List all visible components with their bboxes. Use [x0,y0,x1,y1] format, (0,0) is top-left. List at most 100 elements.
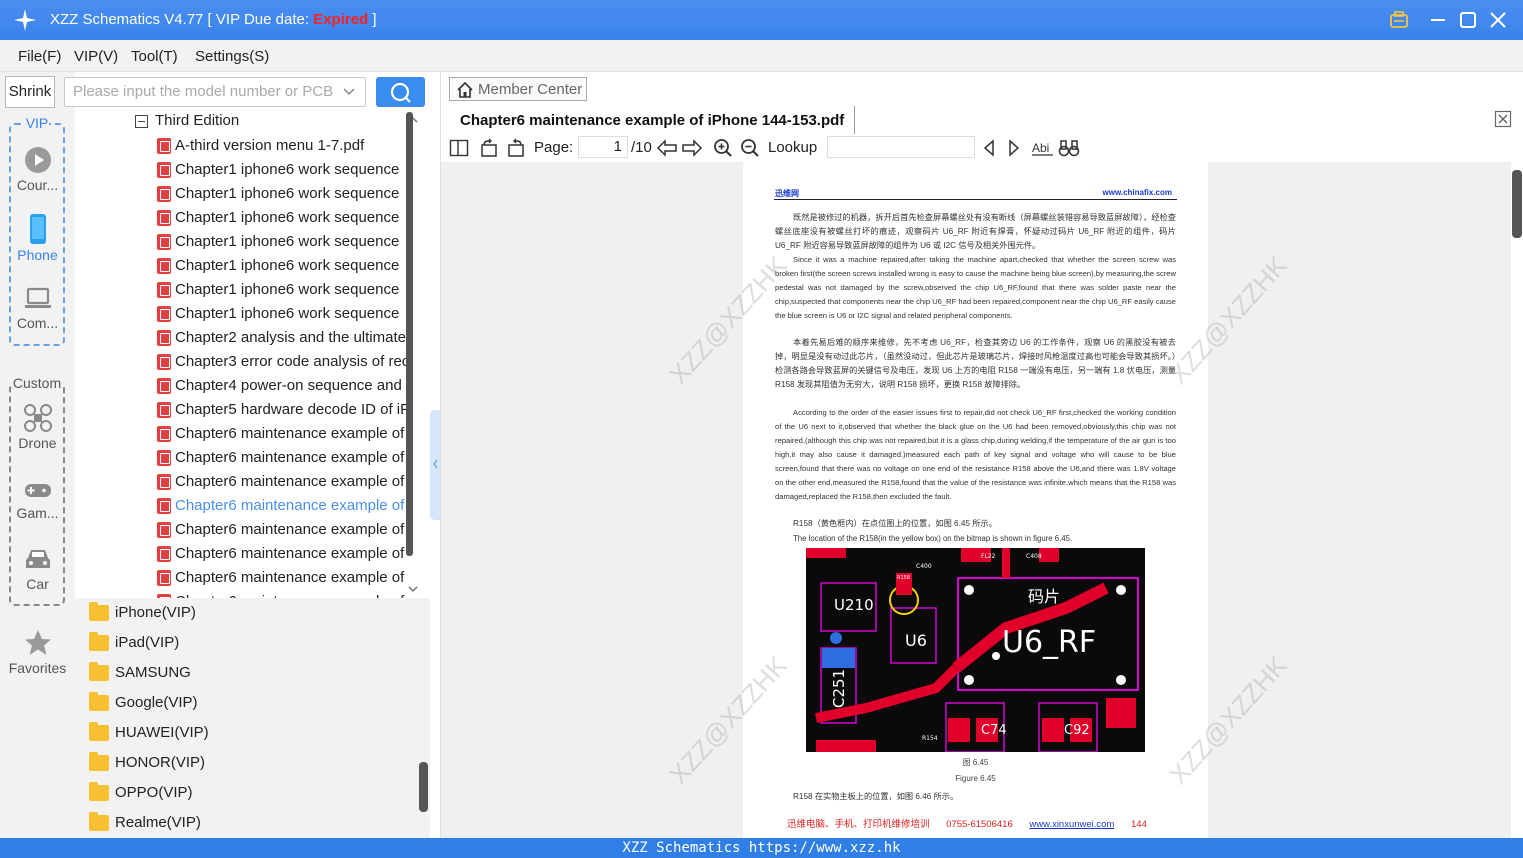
brand-folder-label: Realme(VIP) [115,814,201,831]
search-input[interactable]: Please input the model number or PCB [64,77,366,107]
lookup-input[interactable] [827,136,975,158]
zoom-out-icon[interactable] [740,138,760,158]
tree-file-label: Chapter2 analysis and the ultimate [175,329,406,346]
brand-folder[interactable]: iPhone(VIP) [89,599,409,627]
menu-vip[interactable]: VIP(V) [74,48,118,65]
paragraph-2-en: According to the order of the easier iss… [775,408,1176,501]
member-center-button[interactable]: Member Center [449,77,587,101]
page-total: /10 [631,139,652,156]
pdf-toolbar: Page: 1 /10 Lookup Abi [441,134,1523,162]
paragraph-1-en: Since it was a machine repaired,after ta… [775,255,1176,320]
tree-file-label: Chapter1 iphone6 work sequence [175,161,400,178]
tree-file-item[interactable]: Chapter4 power-on sequence and [75,374,418,398]
pdf-file-icon [157,306,171,322]
brand-folder-label: iPad(VIP) [115,634,180,651]
match-case-icon[interactable]: Abi [1031,138,1055,158]
brand-folder[interactable]: OPPO(VIP) [89,779,409,807]
brand-folder[interactable]: iPad(VIP) [89,629,409,657]
folder-icon [89,812,109,831]
tree-file-item[interactable]: Chapter5 hardware decode ID of iP [75,398,418,422]
rotate-right-icon[interactable] [506,138,526,158]
menu-tool[interactable]: Tool(T) [131,48,178,65]
tree-file-item[interactable]: Chapter6 maintenance example of [75,566,418,590]
tree-file-item[interactable]: Chapter6 maintenance example of [75,470,418,494]
location-caption-cn: R158（黄色框内）在点位图上的位置，如图 6.45 所示。 [793,519,997,528]
page-number-input[interactable]: 1 [578,136,628,158]
previous-page-icon[interactable] [656,138,678,158]
tree-file-label: Chapter1 iphone6 work sequence [175,257,400,274]
tree-file-item[interactable]: Chapter6 maintenance example of [75,494,418,518]
tree-file-item[interactable]: Chapter6 maintenance example of [75,446,418,470]
tree-group-third-edition[interactable]: Third Edition [75,110,418,134]
fig-label-u6: U6 [905,631,927,650]
document-tree: Third Edition A-third version menu 1-7.p… [75,110,418,598]
menu-settings[interactable]: Settings(S) [195,48,269,65]
brand-folder[interactable]: HONOR(VIP) [89,749,409,777]
tree-file-label: Chapter1 iphone6 work sequence [175,209,400,226]
pdf-file-icon [157,546,171,562]
menu-file[interactable]: File(F) [18,48,61,65]
tree-file-item[interactable]: A-third version menu 1-7.pdf [75,134,418,158]
shrink-button[interactable]: Shrink [5,76,55,108]
close-icon[interactable] [1487,9,1509,31]
brand-folder[interactable]: Google(VIP) [89,689,409,717]
rail-item-label: Favorites [8,660,67,676]
brand-scroll-thumb[interactable] [419,762,428,812]
brand-folder-label: Google(VIP) [115,694,198,711]
tree-file-item[interactable]: Chapter6 maintenance example of [75,518,418,542]
tree-file-item[interactable]: Chapter1 iphone6 work sequence [75,278,418,302]
tree-file-item[interactable]: Chapter6 maintenance example of [75,590,418,598]
phone-icon [29,214,46,244]
minimize-icon[interactable] [1427,9,1449,31]
fig-label-c251: C251 [830,669,848,708]
find-next-icon[interactable] [1006,138,1022,158]
collapse-icon[interactable] [135,115,148,128]
next-page-icon[interactable] [681,138,703,158]
brand-folder[interactable]: SAMSUNG [89,659,409,687]
panel-splitter[interactable] [430,410,440,520]
rail-item-favorites[interactable]: Favorites [0,628,75,676]
tree-file-item[interactable]: Chapter1 iphone6 work sequence [75,158,418,182]
chevron-down-icon[interactable] [342,85,356,99]
tree-file-item[interactable]: Chapter6 maintenance example of [75,542,418,566]
find-previous-icon[interactable] [981,138,997,158]
tree-scrollbar[interactable] [406,112,418,596]
rotate-left-icon[interactable] [479,138,499,158]
fig-label-fl22: FL22 [981,553,996,560]
rail-item-courses[interactable]: Cour... [0,145,75,193]
rail-item-phone[interactable]: Phone [0,213,75,263]
header-rule [774,199,1177,200]
tree-file-item[interactable]: Chapter1 iphone6 work sequence [75,182,418,206]
tree-file-item[interactable]: Chapter3 error code analysis of rec [75,350,418,374]
fig-label-r154: R154 [922,735,938,742]
zoom-in-icon[interactable] [713,138,733,158]
tree-file-item[interactable]: Chapter1 iphone6 work sequence [75,230,418,254]
maximize-icon[interactable] [1457,9,1479,31]
rail-item-game[interactable]: Gam... [0,477,75,521]
tree-file-item[interactable]: Chapter1 iphone6 work sequence [75,206,418,230]
brand-folder[interactable]: HUAWEI(VIP) [89,719,409,747]
rail-item-drone[interactable]: Drone [0,403,75,451]
figure-caption-cn: 图 6.45 [962,758,989,767]
category-rail: Shrink VIP Cour... Phone Com... Custom D… [0,72,75,838]
tree-file-label: A-third version menu 1-7.pdf [175,137,365,154]
sidebar-toggle-icon[interactable] [449,138,469,158]
tree-file-item[interactable]: Chapter2 analysis and the ultimate [75,326,418,350]
binoculars-icon[interactable] [1058,138,1080,158]
footer-link[interactable]: www.xinxunwei.com [1029,819,1114,830]
search-button[interactable] [376,77,425,107]
tree-file-item[interactable]: Chapter6 maintenance example of [75,422,418,446]
tree-file-item[interactable]: Chapter1 iphone6 work sequence [75,302,418,326]
rail-item-car[interactable]: Car [0,544,75,592]
scroll-down-icon[interactable] [407,584,419,594]
close-tab-icon[interactable] [1494,110,1512,128]
document-scroll-thumb[interactable] [1512,170,1522,238]
member-icon[interactable] [1388,9,1410,31]
tree-file-item[interactable]: Chapter1 iphone6 work sequence [75,254,418,278]
car-icon [25,550,50,568]
rail-item-computer[interactable]: Com... [0,285,75,331]
tree-scroll-thumb[interactable] [406,112,413,556]
tab-document[interactable]: Chapter6 maintenance example of iPhone 1… [449,106,856,134]
rail-item-label: Car [26,576,49,592]
brand-folder[interactable]: Realme(VIP) [89,809,409,837]
